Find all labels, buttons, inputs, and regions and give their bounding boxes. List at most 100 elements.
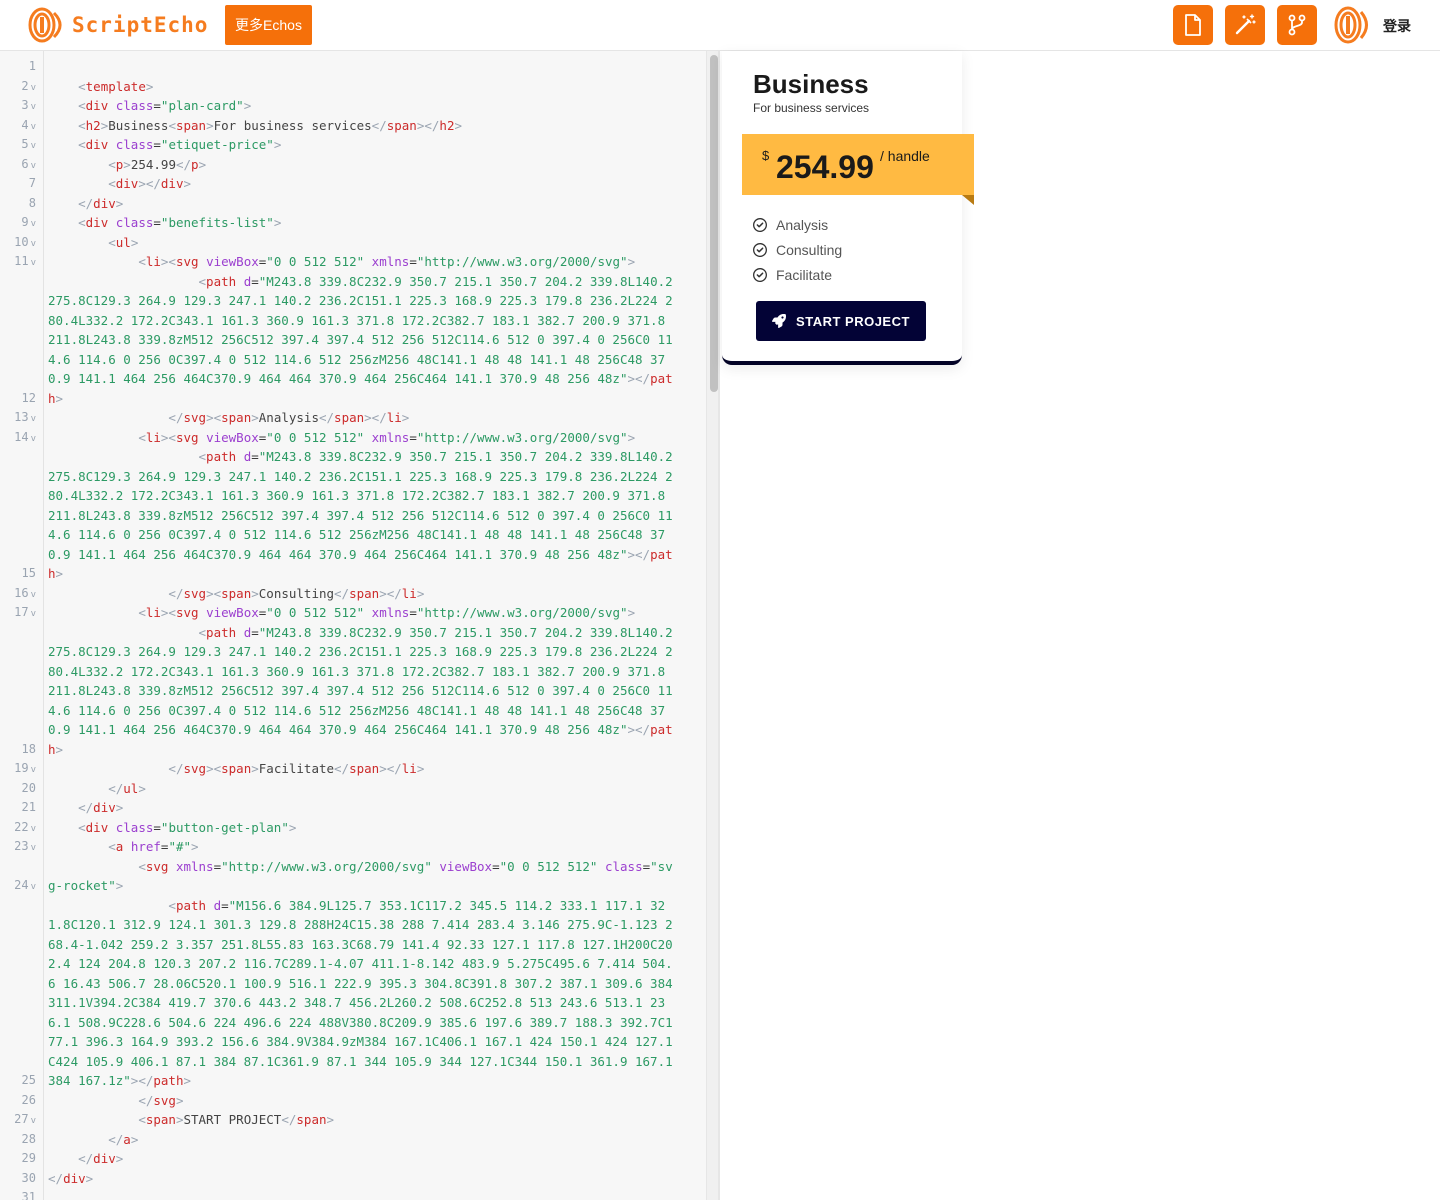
fold-chevron-icon[interactable]: v [31, 219, 36, 229]
code-line-row[interactable]: <div></div> 7 [29, 174, 704, 194]
code-line[interactable]: </svg><span>Consulting</span></li> 16 v [14, 584, 676, 604]
code-line[interactable]: <div></div> 7 [29, 174, 676, 194]
editor-scroll-thumb[interactable] [710, 55, 718, 392]
fold-chevron-icon[interactable]: v [31, 434, 36, 444]
code-line-row[interactable]: <div class="etiquet-price"> 5 v [21, 135, 704, 155]
user-avatar[interactable] [1333, 6, 1373, 44]
fold-chevron-icon[interactable]: v [31, 824, 36, 834]
code-line[interactable]: <path d="M243.8 339.8C232.9 350.7 215.1 … [22, 272, 676, 409]
fold-chevron-icon[interactable]: v [31, 882, 36, 892]
price-tag: $ 254.99 / handle [742, 134, 974, 195]
code-line-row[interactable]: <div class="plan-card"> 3 v [21, 96, 704, 116]
fold-chevron-icon[interactable]: v [31, 122, 36, 132]
code-line-row[interactable]: <div class="benefits-list"> 9 v [21, 213, 704, 233]
code-line[interactable]: <li><svg viewBox="0 0 512 512" xmlns="ht… [14, 603, 676, 623]
code-line-row[interactable]: </svg><span>Analysis</span></li> 13 v [14, 408, 704, 428]
code-line[interactable]: </a> 28 [22, 1130, 676, 1150]
line-number: 15 [21, 566, 36, 580]
code-line[interactable]: <li><svg viewBox="0 0 512 512" xmlns="ht… [14, 252, 676, 272]
code-line[interactable]: </div> 30 [22, 1169, 676, 1189]
code-line-row[interactable]: <path d="M243.8 339.8C232.9 350.7 215.1 … [22, 272, 704, 409]
code-line-row[interactable]: ​1 [29, 57, 704, 77]
logo[interactable]: ScriptEcho [28, 7, 208, 43]
code-line-row[interactable]: </div> 29 [22, 1149, 704, 1169]
code-line[interactable]: </ul> 20 [22, 779, 676, 799]
code-line-row[interactable]: <h2>Business<span>For business services<… [21, 116, 704, 136]
line-number: 21 [21, 800, 36, 814]
code-line-row[interactable]: <path d="M243.8 339.8C232.9 350.7 215.1 … [22, 447, 704, 584]
code-line-row[interactable]: </div> 21 [22, 798, 704, 818]
code-line[interactable]: <path d="M243.8 339.8C232.9 350.7 215.1 … [22, 447, 676, 584]
magic-generate-button[interactable] [1225, 5, 1265, 45]
code-line[interactable]: <ul> 10 v [14, 233, 676, 253]
code-line-row[interactable]: </div> 8 [29, 194, 704, 214]
code-line[interactable]: <a href="#"> 23 v [14, 837, 676, 857]
code-line[interactable]: <div class="plan-card"> 3 v [21, 96, 676, 116]
plan-title: Business [753, 69, 869, 99]
fold-chevron-icon[interactable]: v [31, 258, 36, 268]
fold-chevron-icon[interactable]: v [31, 161, 36, 171]
code-line-row[interactable]: <p>254.99</p> 6 v [21, 155, 704, 175]
code-editor[interactable]: ​1 <template>2v <div class="plan-card">3… [0, 51, 720, 1200]
code-line-row[interactable]: <li><svg viewBox="0 0 512 512" xmlns="ht… [14, 252, 704, 272]
code-line[interactable]: </div> 29 [22, 1149, 676, 1169]
code-line-row[interactable]: <a href="#"> 23 v [14, 837, 704, 857]
logo-text: ScriptEcho [72, 13, 209, 37]
code-line-row[interactable]: <div class="button-get-plan"> 22 v [14, 818, 704, 838]
benefit-label: Analysis [776, 216, 829, 233]
code-line[interactable]: <li><svg viewBox="0 0 512 512" xmlns="ht… [14, 428, 676, 448]
code-line[interactable]: <svg xmlns="http://www.w3.org/2000/svg" … [14, 857, 676, 896]
code-line[interactable]: ​31 [22, 1188, 676, 1200]
check-circle-icon [753, 217, 767, 232]
code-line-row[interactable]: ​31 [22, 1188, 704, 1200]
code-line[interactable]: </svg><span>Facilitate</span></li> 19 v [14, 759, 676, 779]
code-line[interactable]: </svg><span>Analysis</span></li> 13 v [14, 408, 676, 428]
code-line[interactable]: <h2>Business<span>For business services<… [21, 116, 676, 136]
code-line-row[interactable]: <li><svg viewBox="0 0 512 512" xmlns="ht… [14, 428, 704, 448]
code-line-row[interactable]: <template> 2 v [21, 77, 704, 97]
fold-chevron-icon[interactable]: v [31, 590, 36, 600]
code-line[interactable]: </div> 8 [29, 194, 676, 214]
login-link[interactable]: 登录 [1383, 16, 1411, 36]
code-line-row[interactable]: </svg><span>Facilitate</span></li> 19 v [14, 759, 704, 779]
fold-chevron-icon[interactable]: v [31, 414, 36, 424]
code-line[interactable]: <p>254.99</p> 6 v [21, 155, 676, 175]
fold-chevron-icon[interactable]: v [31, 843, 36, 853]
code-line[interactable]: <div class="benefits-list"> 9 v [21, 213, 676, 233]
code-line[interactable]: ​1 [29, 57, 676, 77]
line-number: 17 v [14, 605, 36, 619]
code-line-row[interactable]: <svg xmlns="http://www.w3.org/2000/svg" … [14, 857, 704, 896]
fold-chevron-icon[interactable]: v [31, 83, 36, 93]
code-line[interactable]: <path d="M243.8 339.8C232.9 350.7 215.1 … [22, 623, 676, 760]
code-line-row[interactable]: </svg><span>Consulting</span></li> 16 v [14, 584, 704, 604]
fold-chevron-icon[interactable]: v [31, 239, 36, 249]
fork-button[interactable] [1277, 5, 1317, 45]
code-line[interactable]: </div> 21 [22, 798, 676, 818]
editor-scrollbar[interactable] [706, 51, 718, 1200]
code-line-row[interactable]: <path d="M156.6 384.9L125.7 353.1C117.2 … [22, 896, 704, 1091]
fold-chevron-icon[interactable]: v [31, 1116, 36, 1126]
code-line[interactable]: </svg> 26 [22, 1091, 676, 1111]
code-line-row[interactable]: </svg> 26 [22, 1091, 704, 1111]
more-echos-button[interactable]: 更多Echos [225, 5, 312, 45]
code-line-row[interactable]: </ul> 20 [22, 779, 704, 799]
code-line[interactable]: <template> 2 v [21, 77, 676, 97]
code-line[interactable]: <div class="etiquet-price"> 5 v [21, 135, 676, 155]
line-number: 8 [28, 195, 36, 210]
code-line-row[interactable]: </div> 30 [22, 1169, 704, 1189]
code-line-row[interactable]: <span>START PROJECT</span> 27 v [14, 1110, 704, 1130]
code-line[interactable]: <div class="button-get-plan"> 22 v [14, 818, 676, 838]
fold-chevron-icon[interactable]: v [31, 609, 36, 619]
code-line-row[interactable]: <li><svg viewBox="0 0 512 512" xmlns="ht… [14, 603, 704, 623]
start-project-button[interactable]: START PROJECT [756, 301, 926, 341]
fold-chevron-icon[interactable]: v [31, 141, 36, 151]
fold-chevron-icon[interactable]: v [31, 102, 36, 112]
code-line[interactable]: <path d="M156.6 384.9L125.7 353.1C117.2 … [22, 896, 676, 1091]
new-file-button[interactable] [1173, 5, 1213, 45]
code-line-row[interactable]: <path d="M243.8 339.8C232.9 350.7 215.1 … [22, 623, 704, 760]
fold-chevron-icon[interactable]: v [31, 765, 36, 775]
code-line[interactable]: <span>START PROJECT</span> 27 v [14, 1110, 676, 1130]
code-content[interactable]: ​1 <template>2v <div class="plan-card">3… [14, 57, 704, 1200]
code-line-row[interactable]: <ul> 10 v [14, 233, 704, 253]
code-line-row[interactable]: </a> 28 [22, 1130, 704, 1150]
